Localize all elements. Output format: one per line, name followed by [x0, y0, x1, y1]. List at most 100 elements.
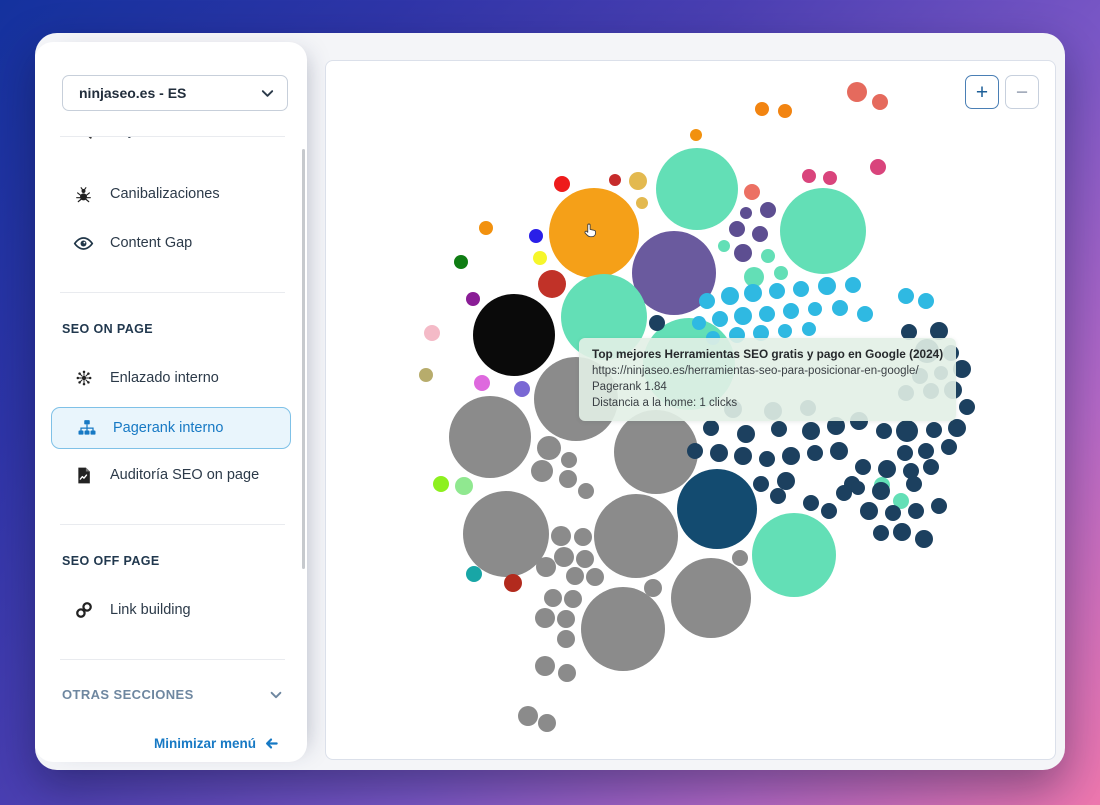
sidebar-item-canibalizaciones[interactable]: Canibalizaciones — [49, 174, 293, 214]
bubble[interactable] — [759, 451, 775, 467]
bubble[interactable] — [729, 221, 745, 237]
bubble[interactable] — [780, 188, 866, 274]
bubble[interactable] — [896, 420, 918, 442]
bubble[interactable] — [558, 664, 576, 682]
bubble[interactable] — [870, 159, 886, 175]
bubble[interactable] — [744, 284, 762, 302]
bubble[interactable] — [566, 567, 584, 585]
bubble[interactable] — [752, 513, 836, 597]
bubble[interactable] — [699, 293, 715, 309]
bubble[interactable] — [752, 226, 768, 242]
bubble[interactable] — [832, 300, 848, 316]
bubble[interactable] — [594, 494, 678, 578]
bubble[interactable] — [559, 470, 577, 488]
bubble[interactable] — [771, 421, 787, 437]
bubble[interactable] — [878, 460, 896, 478]
sidebar-more-sections[interactable]: OTRAS SECCIONES — [62, 687, 283, 702]
bubble[interactable] — [718, 240, 730, 252]
bubble[interactable] — [578, 483, 594, 499]
bubble[interactable] — [769, 283, 785, 299]
bubble[interactable] — [897, 445, 913, 461]
bubble[interactable] — [454, 255, 468, 269]
bubble[interactable] — [737, 425, 755, 443]
bubble[interactable] — [712, 311, 728, 327]
bubble[interactable] — [557, 630, 575, 648]
bubble[interactable] — [561, 452, 577, 468]
bubble[interactable] — [915, 530, 933, 548]
bubble[interactable] — [433, 476, 449, 492]
bubble[interactable] — [734, 307, 752, 325]
bubble[interactable] — [419, 368, 433, 382]
bubble[interactable] — [783, 303, 799, 319]
bubble[interactable] — [802, 322, 816, 336]
bubble[interactable] — [614, 410, 698, 494]
bubble[interactable] — [544, 589, 562, 607]
sidebar-item-link-building[interactable]: Link building — [49, 590, 293, 630]
bubble[interactable] — [860, 502, 878, 520]
bubble[interactable] — [778, 104, 792, 118]
bubble[interactable] — [931, 498, 947, 514]
bubble[interactable] — [538, 270, 566, 298]
bubble[interactable] — [479, 221, 493, 235]
bubble[interactable] — [690, 129, 702, 141]
bubble[interactable] — [753, 476, 769, 492]
bubble[interactable] — [636, 197, 648, 209]
bubble[interactable] — [537, 436, 561, 460]
bubble[interactable] — [823, 171, 837, 185]
bubble[interactable] — [926, 422, 942, 438]
zoom-out-button[interactable]: − — [1005, 75, 1039, 109]
project-selector[interactable]: ninjaseo.es - ES — [62, 75, 288, 111]
zoom-in-button[interactable]: + — [965, 75, 999, 109]
bubble[interactable] — [554, 547, 574, 567]
bubble[interactable] — [807, 445, 823, 461]
bubble[interactable] — [557, 610, 575, 628]
bubble[interactable] — [872, 94, 888, 110]
bubble[interactable] — [710, 444, 728, 462]
sidebar-scrollbar[interactable] — [302, 149, 305, 569]
bubble[interactable] — [536, 557, 556, 577]
bubble[interactable] — [703, 420, 719, 436]
bubble[interactable] — [830, 442, 848, 460]
bubble[interactable] — [923, 459, 939, 475]
bubble[interactable] — [855, 459, 871, 475]
bubble[interactable] — [941, 439, 957, 455]
bubble[interactable] — [609, 174, 621, 186]
bubble[interactable] — [803, 495, 819, 511]
bubble[interactable] — [802, 422, 820, 440]
bubble[interactable] — [851, 481, 865, 495]
bubble[interactable] — [818, 277, 836, 295]
bubble[interactable] — [774, 266, 788, 280]
bubble[interactable] — [948, 419, 966, 437]
bubble[interactable] — [893, 523, 911, 541]
bubble[interactable] — [514, 381, 530, 397]
bubble[interactable] — [518, 706, 538, 726]
sidebar-item-auditoria-seo[interactable]: Auditoría SEO on page — [49, 455, 293, 495]
bubble[interactable] — [649, 315, 665, 331]
minimize-menu-button[interactable]: Minimizar menú — [154, 736, 279, 751]
bubble[interactable] — [687, 443, 703, 459]
bubble[interactable] — [692, 316, 706, 330]
bubble[interactable] — [744, 184, 760, 200]
bubble[interactable] — [770, 488, 786, 504]
bubble[interactable] — [466, 292, 480, 306]
bubble[interactable] — [644, 579, 662, 597]
bubble[interactable] — [671, 558, 751, 638]
bubble[interactable] — [778, 324, 792, 338]
bubble[interactable] — [455, 477, 473, 495]
bubble[interactable] — [836, 485, 852, 501]
bubble[interactable] — [908, 503, 924, 519]
bubble[interactable] — [538, 714, 556, 732]
bubble[interactable] — [551, 526, 571, 546]
bubble[interactable] — [721, 287, 739, 305]
bubble[interactable] — [918, 443, 934, 459]
bubble[interactable] — [535, 656, 555, 676]
bubble[interactable] — [473, 294, 555, 376]
bubble[interactable] — [760, 202, 776, 218]
bubble[interactable] — [959, 399, 975, 415]
bubble[interactable] — [918, 293, 934, 309]
sidebar-item-pagerank-interno[interactable]: Pagerank interno — [51, 407, 291, 449]
bubble[interactable] — [906, 476, 922, 492]
bubble[interactable] — [847, 82, 867, 102]
bubble[interactable] — [449, 396, 531, 478]
bubble[interactable] — [533, 251, 547, 265]
